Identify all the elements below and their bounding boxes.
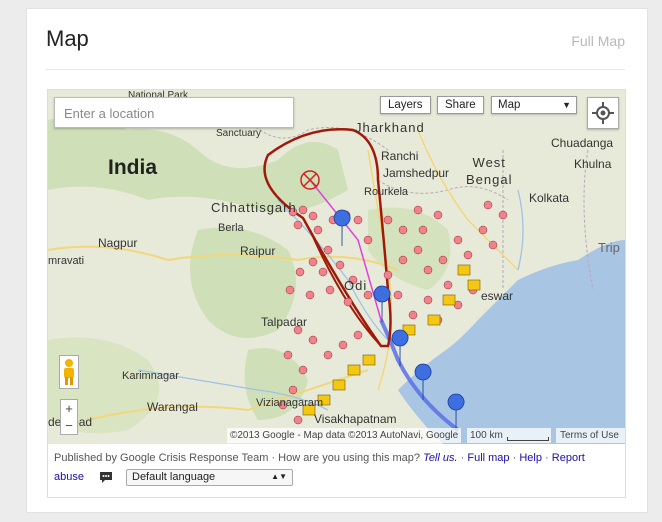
full-map-footer-link[interactable]: Full map: [467, 452, 509, 464]
map-embed: India Jharkhand Ranchi Jamshedpur Rourke…: [47, 89, 626, 498]
language-select[interactable]: Default language ▲▼: [126, 469, 293, 486]
street-view-pegman[interactable]: [59, 355, 79, 389]
footer-separator: ·: [460, 452, 465, 464]
crosshair-icon: [592, 102, 614, 124]
language-row: abuse Default language ▲▼: [54, 469, 293, 486]
location-search-input[interactable]: Enter a location: [54, 97, 294, 128]
label-chuadanga: Chuadanga: [551, 136, 614, 150]
report-link[interactable]: Report: [552, 452, 585, 464]
label-ranchi: Ranchi: [381, 149, 419, 163]
map-footer: Published by Google Crisis Response Team…: [54, 449, 619, 467]
dropdown-arrow-icon: ▼: [562, 100, 571, 110]
label-sanctuary: Sanctuary: [216, 128, 262, 139]
map-attribution: ©2013 Google - Map data ©2013 AutoNavi, …: [227, 428, 462, 443]
label-berla: Berla: [218, 222, 244, 234]
footer-separator: ·: [512, 452, 517, 464]
label-visakhapatnam: Visakhapatnam: [314, 412, 397, 426]
map-type-select[interactable]: Map ▼: [491, 96, 577, 114]
my-location-button[interactable]: [587, 97, 619, 129]
label-karimnagar: Karimnagar: [122, 370, 179, 382]
divider: [46, 69, 625, 70]
zoom-control: + −: [60, 399, 78, 435]
scale-bar: [507, 437, 549, 441]
label-jamshedpur: Jamshedpur: [383, 166, 450, 180]
label-rourkela: Rourkela: [364, 186, 409, 198]
label-tripura: Trip: [598, 240, 620, 255]
map-card: Map Full Map India Jharkhand Ranchi Jams…: [26, 8, 648, 513]
updown-arrow-icon: ▲▼: [271, 472, 287, 481]
language-select-value: Default language: [132, 471, 216, 483]
layers-button[interactable]: Layers: [380, 96, 431, 114]
terms-of-use-link[interactable]: Terms of Use: [556, 428, 625, 443]
map-type-value: Map: [498, 99, 521, 111]
label-west-bengal: West Bengal: [466, 155, 513, 187]
label-india: India: [108, 156, 158, 179]
published-by-text: Published by Google Crisis Response Team…: [54, 452, 421, 464]
label-nagpur: Nagpur: [98, 236, 138, 250]
scale-label: 100 km: [470, 430, 503, 441]
zoom-in-button[interactable]: +: [61, 400, 77, 417]
label-talpadar: Talpadar: [261, 315, 308, 329]
label-amravati: mravati: [48, 255, 85, 267]
label-odisha: Odi: [344, 278, 368, 293]
full-map-link[interactable]: Full Map: [571, 33, 625, 49]
label-kolkata: Kolkata: [529, 191, 570, 205]
map-scale: 100 km: [467, 428, 551, 443]
label-warangal: Warangal: [147, 400, 198, 414]
label-vizianagaram: Vizianagaram: [256, 397, 324, 409]
label-raipur: Raipur: [240, 244, 276, 258]
abuse-link[interactable]: abuse: [54, 471, 84, 483]
map-canvas[interactable]: India Jharkhand Ranchi Jamshedpur Rourke…: [48, 90, 625, 444]
tell-us-link[interactable]: Tell us.: [423, 452, 457, 464]
page-title: Map: [46, 26, 89, 51]
label-bhubaneswar: eswar: [481, 289, 514, 303]
speech-bubble-icon: [100, 472, 112, 483]
label-chhattisgarh: Chhattisgarh: [211, 200, 297, 215]
label-jharkhand: Jharkhand: [355, 120, 425, 135]
map-tiles: [48, 90, 625, 444]
help-link[interactable]: Help: [519, 452, 542, 464]
footer-separator: ·: [545, 452, 549, 464]
zoom-out-button[interactable]: −: [61, 417, 77, 434]
share-button[interactable]: Share: [437, 96, 484, 114]
pegman-icon: [64, 359, 74, 385]
label-khulna: Khulna: [574, 157, 612, 171]
